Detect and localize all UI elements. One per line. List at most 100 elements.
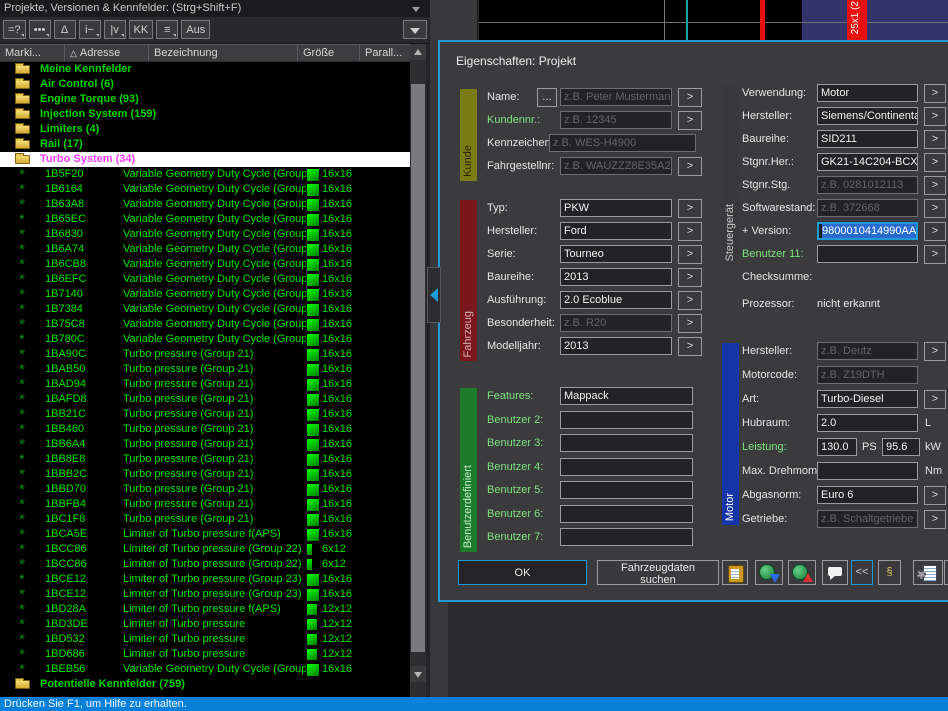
field-input[interactable] (560, 481, 693, 499)
field-input[interactable]: z.B. 0281012113 (817, 176, 918, 194)
field-input[interactable]: z.B. WAUZZZ8E35A235 (560, 157, 672, 175)
field-input[interactable] (560, 458, 693, 476)
field-input[interactable]: z.B. Peter Mustermann (560, 88, 672, 106)
toolbar-button-1[interactable]: ••• (29, 20, 51, 39)
report-dropdown-button[interactable] (944, 560, 948, 585)
expand-button[interactable]: > (678, 337, 702, 356)
toolbar-button-7[interactable]: Aus (181, 20, 210, 39)
field-input[interactable]: z.B. 372668 (817, 199, 918, 217)
field-input[interactable]: z.B. R20 (560, 314, 672, 332)
field-input[interactable]: z.B. WES-H4900 (549, 134, 696, 152)
expand-button[interactable]: > (924, 510, 946, 529)
table-row[interactable]: *1BD3DELimiter of Turbo pressure12x12 (0, 617, 410, 632)
expand-button[interactable]: > (924, 199, 946, 218)
table-row[interactable]: *1B6EFCVariable Geometry Duty Cycle (Gro… (0, 272, 410, 287)
field-input-secondary[interactable]: 95.6 (882, 438, 920, 456)
table-row[interactable]: *1BBB2CTurbo pressure (Group 21)16x16 (0, 467, 410, 482)
field-input[interactable]: 130.0 (817, 438, 857, 456)
expand-button[interactable]: > (678, 199, 702, 218)
chevron-down-icon[interactable] (412, 7, 420, 12)
field-input[interactable]: Motor (817, 84, 918, 102)
legal-paragraph-button[interactable]: § (878, 560, 901, 585)
table-row[interactable]: *1B6164Variable Geometry Duty Cycle (Gro… (0, 182, 410, 197)
field-input[interactable]: z.B. Schaltgetriebe (817, 510, 918, 528)
download-online-data-button[interactable] (755, 560, 783, 585)
column-header-0[interactable]: Marki... (0, 45, 65, 61)
field-input[interactable] (560, 411, 693, 429)
field-input[interactable] (817, 245, 918, 263)
table-row[interactable]: *1B5F20Variable Geometry Duty Cycle (Gro… (0, 167, 410, 182)
table-row[interactable]: *1BCA5ELimiter of Turbo pressure f(APS)1… (0, 527, 410, 542)
table-row[interactable]: *1BCE12Limiter of Turbo pressure (Group … (0, 572, 410, 587)
table-row[interactable]: *1BB21CTurbo pressure (Group 21)16x16 (0, 407, 410, 422)
toolbar-button-3[interactable]: i− (79, 20, 101, 39)
table-row[interactable]: *1BB460Turbo pressure (Group 21)16x16 (0, 422, 410, 437)
field-input[interactable]: Mappack (560, 387, 693, 405)
table-row[interactable]: *1BD532Limiter of Turbo pressure12x12 (0, 632, 410, 647)
field-input[interactable]: PKW (560, 199, 672, 217)
expand-button[interactable]: > (924, 107, 946, 126)
expand-button[interactable]: > (924, 84, 946, 103)
expand-button[interactable]: > (924, 222, 946, 241)
expand-button[interactable]: > (924, 176, 946, 195)
folder-row[interactable]: Meine Kennfelder (0, 62, 410, 77)
toolbar-dropdown-button[interactable] (403, 20, 427, 39)
expand-button[interactable]: > (678, 157, 702, 176)
field-input[interactable] (560, 505, 693, 523)
table-row[interactable]: *1B7384Variable Geometry Duty Cycle (Gro… (0, 302, 410, 317)
field-input[interactable]: z.B. Deutz (817, 342, 918, 360)
toolbar-button-5[interactable]: KK (129, 20, 154, 39)
splitter-handle[interactable] (427, 267, 441, 323)
table-row[interactable]: *1B780CVariable Geometry Duty Cycle (Gro… (0, 332, 410, 347)
field-input[interactable]: Siemens/Continenta (817, 107, 918, 125)
expand-button[interactable]: > (678, 111, 702, 130)
toolbar-button-6[interactable]: ≡ (156, 20, 178, 39)
table-row[interactable]: *1BEB56Variable Geometry Duty Cycle (Gro… (0, 662, 410, 677)
field-input[interactable]: 9800010414990AA (817, 222, 918, 240)
table-row[interactable]: *1B75C8Variable Geometry Duty Cycle (Gro… (0, 317, 410, 332)
upload-online-data-button[interactable] (788, 560, 816, 585)
table-row[interactable]: *1BB6A4Turbo pressure (Group 21)16x16 (0, 437, 410, 452)
ellipsis-button[interactable]: ... (537, 88, 557, 107)
table-row[interactable]: *1B6830Variable Geometry Duty Cycle (Gro… (0, 227, 410, 242)
field-input[interactable]: 2013 (560, 337, 672, 355)
report-button[interactable] (913, 560, 943, 585)
table-row[interactable]: *1B6A74Variable Geometry Duty Cycle (Gro… (0, 242, 410, 257)
table-row[interactable]: *1BCC86Limiter of Turbo pressure (Group … (0, 542, 410, 557)
table-row[interactable]: *1BC1F8Turbo pressure (Group 21)16x16 (0, 512, 410, 527)
comment-button[interactable] (822, 560, 848, 585)
folder-row[interactable]: Turbo System (34) (0, 152, 410, 167)
folder-row[interactable]: Limiters (4) (0, 122, 410, 137)
field-input[interactable]: SID211 (817, 130, 918, 148)
table-row[interactable]: *1BD28ALimiter of Turbo pressure f(APS)1… (0, 602, 410, 617)
folder-row[interactable]: Air Control (6) (0, 77, 410, 92)
field-input[interactable]: Tourneo (560, 245, 672, 263)
expand-button[interactable]: > (678, 268, 702, 287)
folder-row[interactable]: Potentielle Kennfelder (759) (0, 677, 410, 692)
scroll-up-button[interactable] (410, 44, 426, 60)
expand-button[interactable]: > (678, 245, 702, 264)
table-row[interactable]: *1BD686Limiter of Turbo pressure12x12 (0, 647, 410, 662)
collapse-dialog-button[interactable]: << (851, 560, 873, 585)
expand-button[interactable]: > (678, 222, 702, 241)
field-input[interactable]: z.B. 12345 (560, 111, 672, 129)
table-row[interactable]: *1BAD94Turbo pressure (Group 21)16x16 (0, 377, 410, 392)
table-row[interactable]: *1B65ECVariable Geometry Duty Cycle (Gro… (0, 212, 410, 227)
scrollbar-thumb[interactable] (411, 84, 425, 652)
table-row[interactable]: *1BAB50Turbo pressure (Group 21)16x16 (0, 362, 410, 377)
field-input[interactable]: z.B. Z19DTH (817, 366, 918, 384)
field-input[interactable]: Ford (560, 222, 672, 240)
column-header-3[interactable]: Größe (298, 45, 360, 61)
scrollbar[interactable] (410, 44, 426, 697)
table-row[interactable]: *1BCC86Limiter of Turbo pressure (Group … (0, 557, 410, 572)
expand-button[interactable]: > (924, 153, 946, 172)
table-row[interactable]: *1BA90CTurbo pressure (Group 21)16x16 (0, 347, 410, 362)
column-header-4[interactable]: Parall... (360, 45, 410, 61)
table-row[interactable]: *1BCE12Limiter of Turbo pressure (Group … (0, 587, 410, 602)
expand-button[interactable]: > (924, 390, 946, 409)
field-input[interactable] (560, 528, 693, 546)
column-header-2[interactable]: Bezeichnung (149, 45, 298, 61)
expand-button[interactable]: > (924, 245, 946, 264)
folder-row[interactable]: Rail (17) (0, 137, 410, 152)
table-row[interactable]: *1B7140Variable Geometry Duty Cycle (Gro… (0, 287, 410, 302)
